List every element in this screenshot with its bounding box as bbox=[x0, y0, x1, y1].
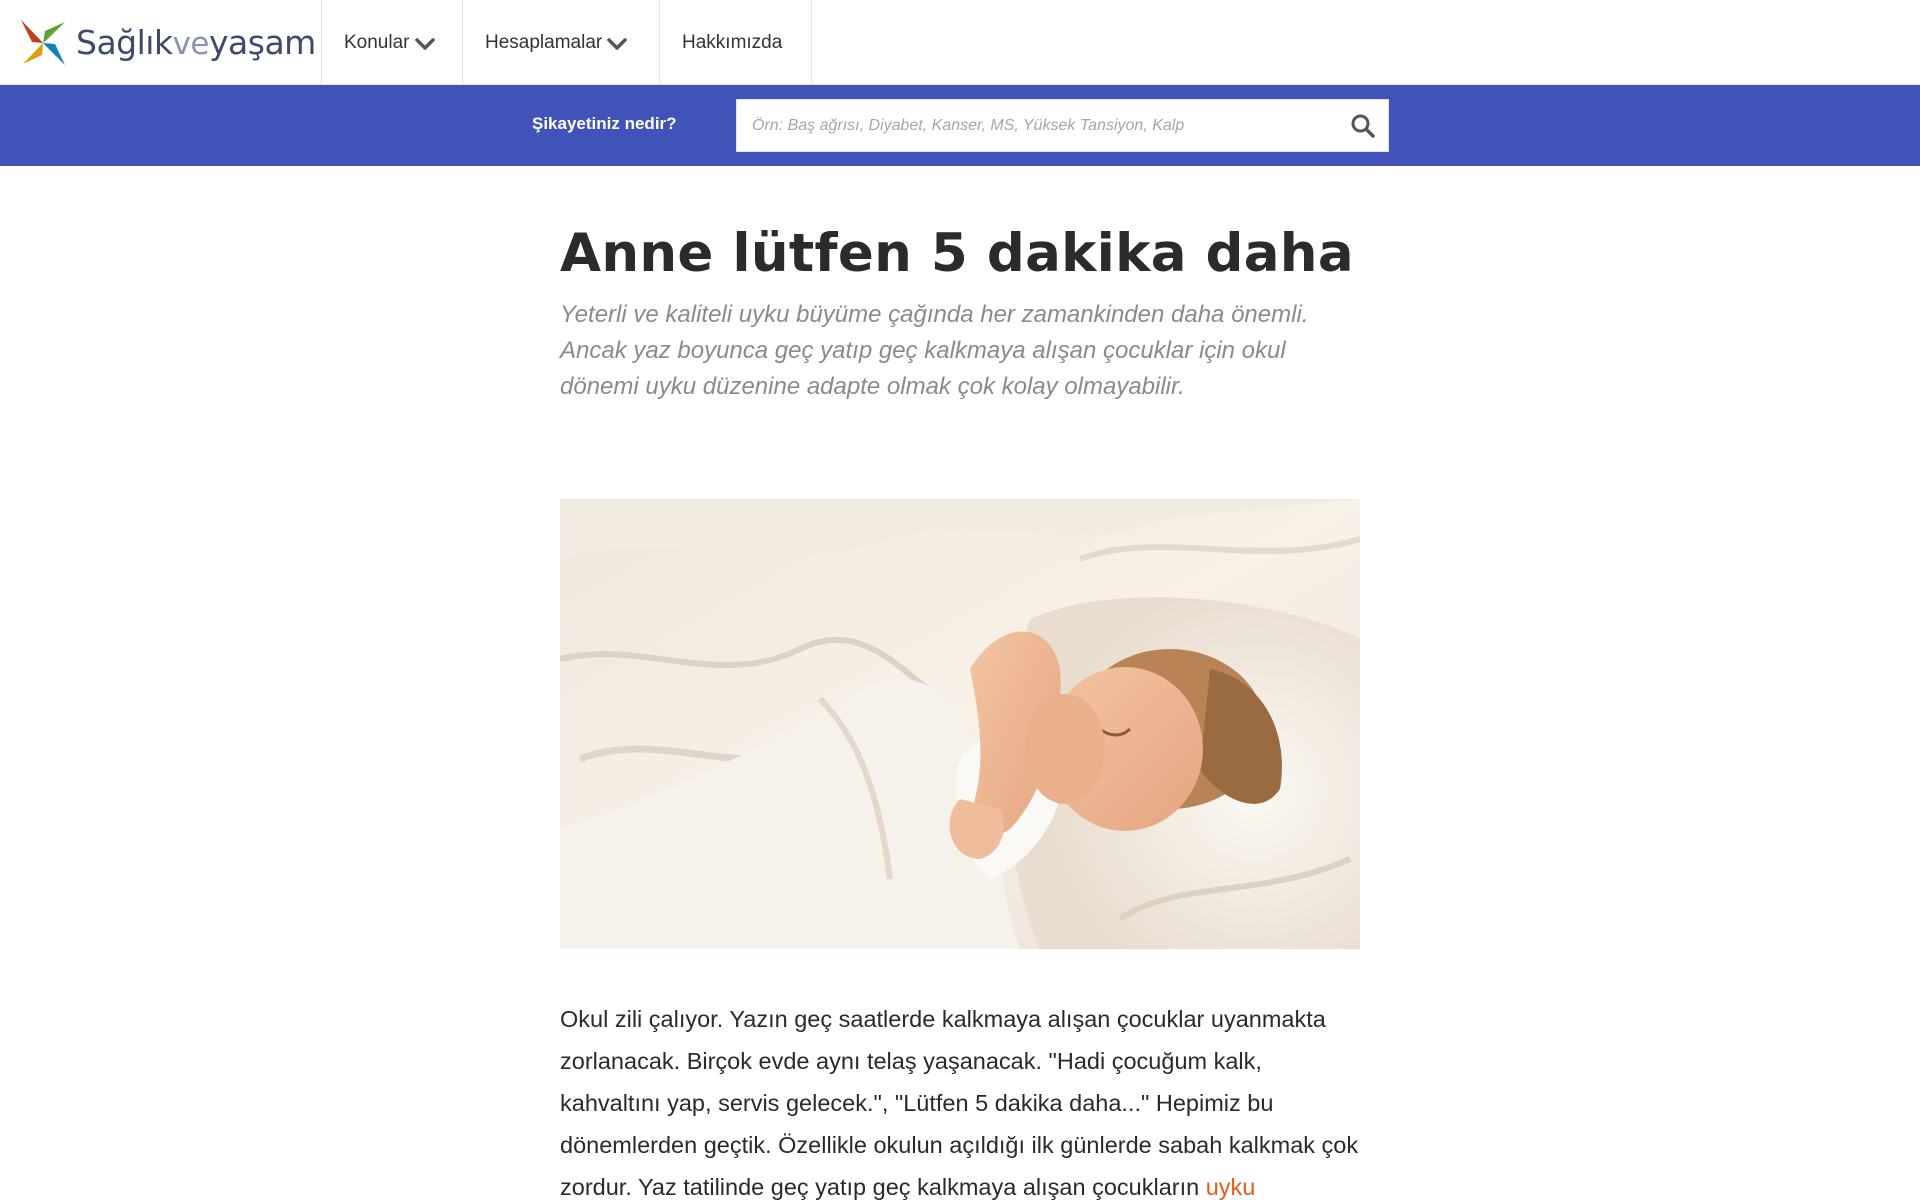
article: Anne lütfen 5 dakika daha Yeterli ve kal… bbox=[560, 166, 1360, 1200]
nav-konular[interactable]: Konular bbox=[322, 0, 463, 85]
search-box bbox=[736, 99, 1389, 152]
article-hero-image bbox=[560, 498, 1360, 949]
pinwheel-logo-icon bbox=[21, 19, 65, 65]
uyku-link[interactable]: uyku bbox=[1206, 1174, 1256, 1200]
article-paragraph: Okul zili çalıyor. Yazın geç saatlerde k… bbox=[560, 998, 1360, 1200]
search-input[interactable] bbox=[737, 100, 1337, 151]
article-paragraph-text: Okul zili çalıyor. Yazın geç saatlerde k… bbox=[560, 1005, 1359, 1200]
logo-text-yasam: yaşam bbox=[209, 23, 316, 62]
site-header: Sağlıkveyaşam Konular Hesaplamalar Hakkı… bbox=[0, 0, 1920, 85]
nav-hesaplamalar[interactable]: Hesaplamalar bbox=[463, 0, 660, 85]
logo-wordmark: Sağlıkveyaşam bbox=[76, 23, 316, 62]
nav-konular-label: Konular bbox=[344, 31, 410, 53]
symptom-search-bar: Şikayetiniz nedir? bbox=[0, 85, 1920, 166]
site-logo[interactable]: Sağlıkveyaşam bbox=[0, 0, 322, 85]
nav-hakkimizda[interactable]: Hakkımızda bbox=[660, 0, 812, 85]
nav-hesaplamalar-label: Hesaplamalar bbox=[485, 31, 603, 53]
article-title: Anne lütfen 5 dakika daha bbox=[560, 223, 1354, 284]
logo-text-saglik: Sağlık bbox=[76, 23, 173, 62]
search-label: Şikayetiniz nedir? bbox=[532, 114, 677, 133]
chevron-down-icon bbox=[607, 38, 627, 50]
chevron-down-icon bbox=[414, 38, 435, 50]
logo-text-ve: ve bbox=[172, 26, 210, 62]
search-icon[interactable] bbox=[1350, 113, 1376, 139]
article-lead: Yeterli ve kaliteli uyku büyüme çağında … bbox=[560, 300, 1309, 400]
nav-hakkimizda-label: Hakkımızda bbox=[682, 31, 783, 53]
